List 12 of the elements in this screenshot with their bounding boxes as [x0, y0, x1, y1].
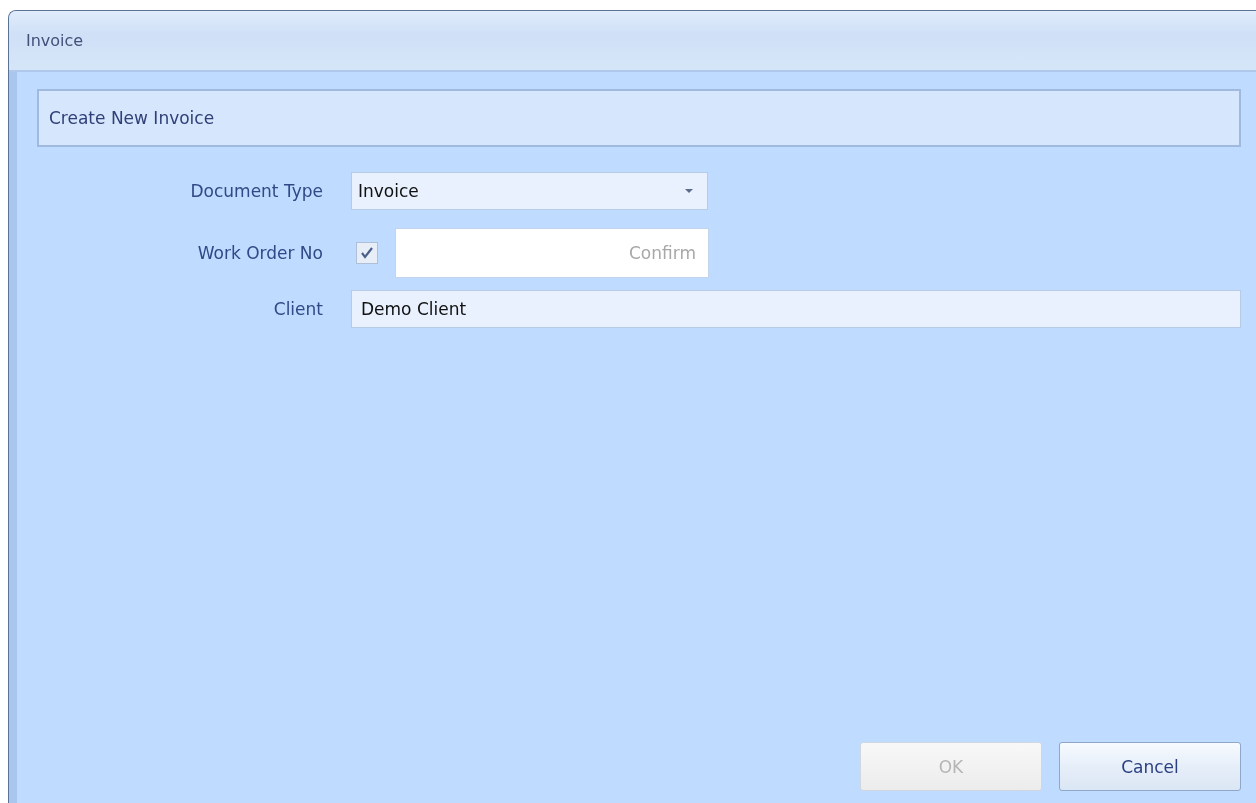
field-label: Work Order No [196, 243, 324, 263]
window-title: Invoice [26, 31, 84, 50]
dropdown[interactable]: Invoice [351, 172, 708, 210]
checkmark-icon [360, 246, 374, 260]
input-field[interactable]: Confirm [395, 228, 709, 278]
dialog-button[interactable]: Cancel [1059, 742, 1241, 791]
header-title: Create New Invoice [49, 108, 215, 128]
dropdown-arrow-icon [685, 189, 693, 193]
input-field[interactable]: Demo Client [351, 290, 1241, 328]
field-label: Client [272, 299, 324, 319]
field-label: Document Type [189, 181, 324, 201]
checkbox[interactable] [356, 242, 378, 264]
